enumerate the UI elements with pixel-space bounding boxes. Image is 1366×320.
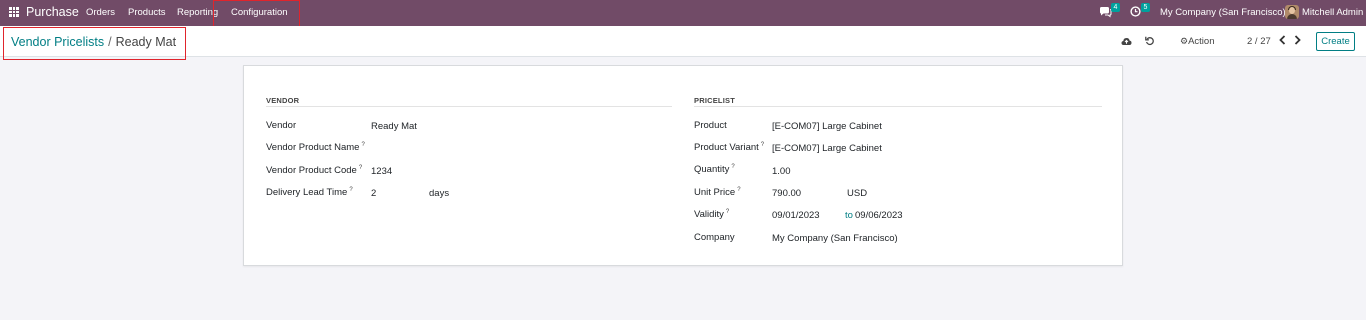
create-button[interactable]: Create [1316, 32, 1355, 51]
company-switcher[interactable]: My Company (San Francisco) [1160, 7, 1286, 18]
pricelist-group-title: PRICELIST [694, 96, 735, 105]
vendor-group-divider [266, 106, 672, 107]
cloud-upload-icon[interactable] [1121, 37, 1132, 49]
company-field[interactable]: My Company (San Francisco) [772, 233, 898, 244]
help-icon[interactable]: ? [359, 165, 362, 171]
action-menu[interactable]: ⚙Action [1180, 36, 1214, 47]
vendor-field[interactable]: Ready Mat [371, 121, 417, 132]
app-name[interactable]: Purchase [26, 5, 79, 19]
control-panel: Vendor Pricelists / Ready Mat ⚙Action 2 / … [0, 26, 1366, 57]
undo-icon[interactable] [1145, 36, 1155, 49]
apps-grid-icon[interactable] [9, 7, 19, 17]
vendor-product-code-label: Vendor Product Code? [266, 165, 363, 177]
delivery-lead-time-field[interactable]: 2 [371, 188, 376, 199]
quantity-label: Quantity? [694, 164, 735, 176]
help-icon[interactable]: ? [731, 164, 734, 170]
help-icon[interactable]: ? [726, 209, 729, 215]
unit-price-label: Unit Price? [694, 187, 741, 199]
product-field[interactable]: [E-COM07] Large Cabinet [772, 121, 882, 132]
help-icon[interactable]: ? [761, 142, 764, 148]
vendor-product-name-label: Vendor Product Name? [266, 142, 365, 154]
user-menu[interactable]: Mitchell Admin [1302, 7, 1363, 18]
validity-label: Validity? [694, 209, 730, 221]
validity-to-field[interactable]: 09/06/2023 [855, 210, 903, 221]
validity-from-field[interactable]: 09/01/2023 [772, 210, 820, 221]
avatar[interactable] [1285, 5, 1299, 19]
chevron-left-icon[interactable] [1279, 35, 1286, 48]
chevron-right-icon[interactable] [1294, 35, 1301, 48]
activities-badge: 5 [1141, 3, 1150, 12]
unit-price-field[interactable]: 790.00 [772, 188, 801, 199]
gear-icon: ⚙ [1180, 36, 1189, 46]
help-icon[interactable]: ? [737, 187, 740, 193]
vendor-label: Vendor [266, 120, 297, 131]
vendor-product-code-field[interactable]: 1234 [371, 166, 392, 177]
lead-time-unit: days [429, 188, 450, 199]
currency-field[interactable]: USD [847, 188, 867, 199]
vendor-group-title: VENDOR [266, 96, 300, 105]
help-icon[interactable]: ? [361, 142, 364, 148]
form-sheet: VENDOR Vendor Ready Mat Vendor Product N… [243, 65, 1123, 266]
action-label: Action [1188, 36, 1215, 47]
product-variant-label: Product Variant? [694, 142, 765, 154]
top-navbar: Purchase Orders Products Reporting Confi… [0, 0, 1366, 26]
breadcrumb-highlight [3, 27, 186, 60]
validity-to-label: to [845, 210, 853, 221]
pager-value[interactable]: 2 / 27 [1247, 36, 1271, 47]
clock-icon[interactable] [1130, 6, 1141, 20]
menu-orders[interactable]: Orders [86, 7, 115, 18]
pricelist-group-divider [694, 106, 1102, 107]
help-icon[interactable]: ? [349, 187, 352, 193]
messages-badge: 4 [1111, 3, 1120, 12]
quantity-field[interactable]: 1.00 [772, 166, 791, 177]
company-label: Company [694, 232, 735, 243]
configuration-highlight [213, 0, 300, 27]
menu-products[interactable]: Products [128, 7, 166, 18]
product-variant-field[interactable]: [E-COM07] Large Cabinet [772, 143, 882, 154]
delivery-lead-time-label: Delivery Lead Time? [266, 187, 353, 199]
product-label: Product [694, 120, 727, 131]
